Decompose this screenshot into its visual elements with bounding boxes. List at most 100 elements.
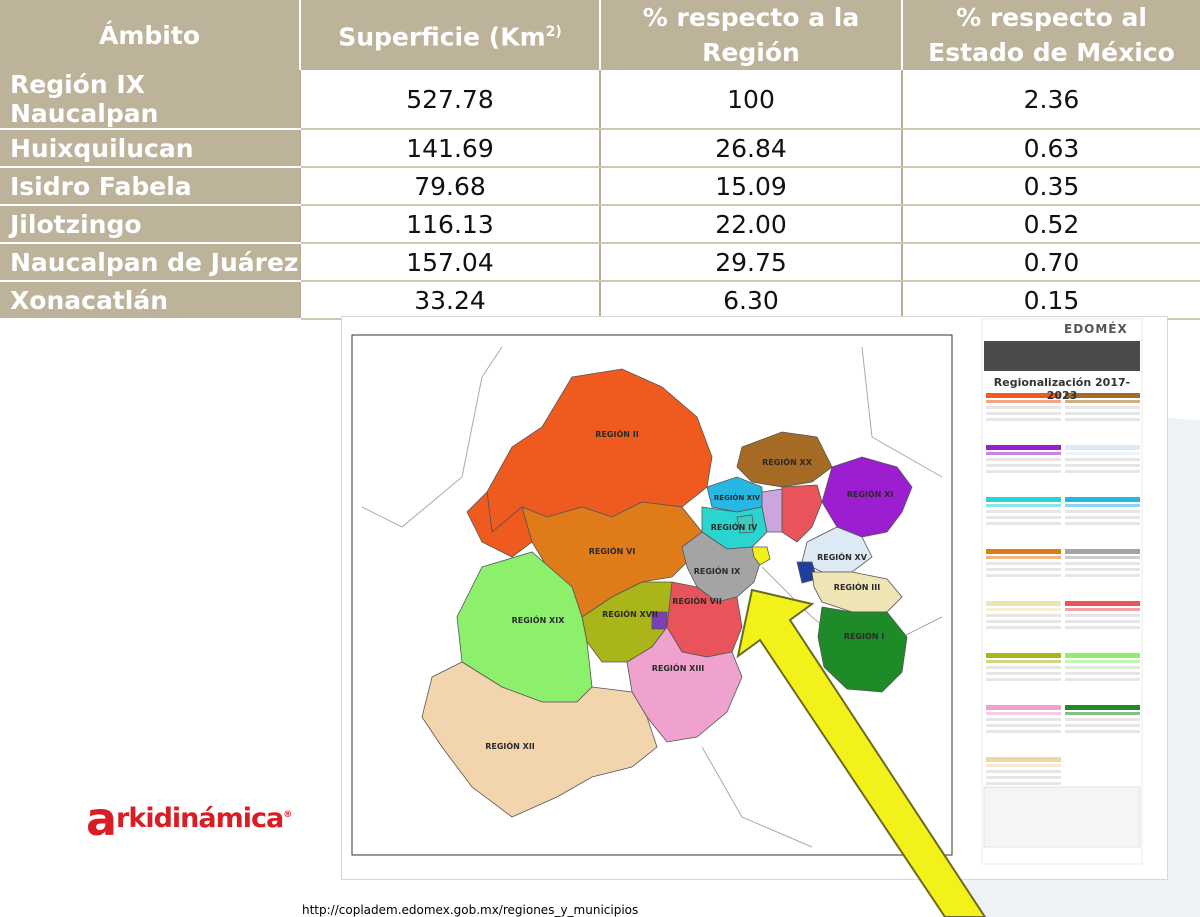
- label-region-xvii: REGIÓN XVII: [602, 608, 658, 619]
- legend-swatch: [1065, 705, 1140, 710]
- label-region-xix: REGIÓN XIX: [512, 614, 566, 625]
- legend-row: [1065, 562, 1140, 565]
- legend-row: [986, 574, 1061, 577]
- cell-ambito: Xonacatlán: [0, 281, 301, 320]
- legend-row: [986, 776, 1061, 779]
- legend-swatch: [986, 705, 1061, 710]
- legend-row: [1065, 504, 1140, 507]
- legend-swatch: [986, 601, 1061, 606]
- label-region-xi: REGIÓN XI: [847, 488, 894, 499]
- legend-row: [1065, 672, 1140, 675]
- legend-swatch: [1065, 445, 1140, 450]
- legend-row: [1065, 406, 1140, 409]
- table-row: Huixquilucan 141.69 26.84 0.63: [0, 129, 1200, 168]
- legend-row: [986, 406, 1061, 409]
- legend-swatch: [986, 445, 1061, 450]
- legend-swatch: [1065, 549, 1140, 554]
- legend-row: [1065, 730, 1140, 733]
- legend-row: [1065, 660, 1140, 663]
- cell-pct-region: 6.30: [600, 281, 903, 320]
- cell-superficie: 79.68: [300, 167, 601, 206]
- cell-pct-estado: 0.63: [902, 129, 1200, 168]
- edomex-brand: EDOMÉX: [1064, 322, 1128, 336]
- legend-row: [986, 730, 1061, 733]
- legend-row: [986, 470, 1061, 473]
- legend-swatch: [986, 653, 1061, 658]
- legend-row: [1065, 464, 1140, 467]
- cell-pct-estado: 0.52: [902, 205, 1200, 244]
- label-region-ii: REGIÓN II: [595, 428, 638, 439]
- legend-row: [986, 418, 1061, 421]
- cell-pct-region: 22.00: [600, 205, 903, 244]
- legend-row: [986, 764, 1061, 767]
- legend-row: [986, 504, 1061, 507]
- arkidinamica-logo: arkidinámica®: [86, 792, 292, 846]
- legend-row: [1065, 458, 1140, 461]
- cell-pct-estado: 0.70: [902, 243, 1200, 282]
- label-region-vi: REGIÓN VI: [589, 545, 636, 556]
- table-header-row: Ámbito Superficie (Km2) % respecto a la …: [0, 0, 1200, 70]
- legend-row: [986, 660, 1061, 663]
- legend-swatch: [986, 549, 1061, 554]
- legend-row: [986, 718, 1061, 721]
- legend-row: [1065, 510, 1140, 513]
- legend-row: [1065, 614, 1140, 617]
- regionalization-map: REGIÓN II REGIÓN XX REGIÓN XI REGIÓN XV …: [341, 316, 1168, 880]
- area-table: Ámbito Superficie (Km2) % respecto a la …: [0, 0, 1200, 320]
- label-region-vii: REGIÓN VII: [672, 595, 722, 606]
- header-pct-region: % respecto a la Región: [600, 0, 903, 70]
- legend-row: [1065, 452, 1140, 455]
- legend-row: [986, 620, 1061, 623]
- cell-ambito: Región IX Naucalpan: [0, 70, 301, 130]
- legend-row: [986, 724, 1061, 727]
- cell-superficie: 116.13: [300, 205, 601, 244]
- cell-superficie: 157.04: [300, 243, 601, 282]
- legend-row: [986, 782, 1061, 785]
- legend-swatch: [1065, 497, 1140, 502]
- legend-row: [986, 464, 1061, 467]
- legend-title: Regionalización 2017-2023: [993, 376, 1131, 402]
- table-row: Naucalpan de Juárez 157.04 29.75 0.70: [0, 243, 1200, 282]
- cell-pct-region: 100: [600, 70, 903, 130]
- legend-row: [1065, 724, 1140, 727]
- legend-row: [1065, 620, 1140, 623]
- legend-row: [986, 678, 1061, 681]
- legend-row: [1065, 608, 1140, 611]
- legend-row: [1065, 568, 1140, 571]
- label-region-xii: REGIÓN XII: [485, 740, 535, 751]
- legend-row: [1065, 470, 1140, 473]
- legend-row: [1065, 556, 1140, 559]
- legend-row: [986, 412, 1061, 415]
- label-region-xv: REGIÓN XV: [817, 551, 868, 562]
- cell-superficie: 141.69: [300, 129, 601, 168]
- legend-row: [1065, 666, 1140, 669]
- legend-row: [1065, 574, 1140, 577]
- cell-pct-estado: 2.36: [902, 70, 1200, 130]
- cell-pct-region: 15.09: [600, 167, 903, 206]
- cell-ambito: Isidro Fabela: [0, 167, 301, 206]
- legend-row: [1065, 678, 1140, 681]
- legend-row: [986, 516, 1061, 519]
- cell-superficie: 527.78: [300, 70, 601, 130]
- table-row: Isidro Fabela 79.68 15.09 0.35: [0, 167, 1200, 206]
- legend-row: [986, 666, 1061, 669]
- label-region-i: REGIÓN I: [844, 630, 884, 641]
- legend-row: [986, 712, 1061, 715]
- cell-pct-region: 29.75: [600, 243, 903, 282]
- cell-ambito: Jilotzingo: [0, 205, 301, 244]
- cell-ambito: Huixquilucan: [0, 129, 301, 168]
- legend-row: [1065, 718, 1140, 721]
- source-url: http://copladem.edomex.gob.mx/regiones_y…: [302, 903, 639, 917]
- legend-row: [986, 770, 1061, 773]
- legend-swatch: [986, 497, 1061, 502]
- legend-row: [1065, 712, 1140, 715]
- table-row: Jilotzingo 116.13 22.00 0.52: [0, 205, 1200, 244]
- legend-row: [1065, 516, 1140, 519]
- header-pct-estado: % respecto al Estado de México: [902, 0, 1200, 70]
- legend-row: [986, 568, 1061, 571]
- legend-row: [986, 614, 1061, 617]
- cell-pct-region: 26.84: [600, 129, 903, 168]
- legend-row: [986, 458, 1061, 461]
- legend-swatch: [1065, 653, 1140, 658]
- label-region-ix: REGIÓN IX: [694, 565, 741, 576]
